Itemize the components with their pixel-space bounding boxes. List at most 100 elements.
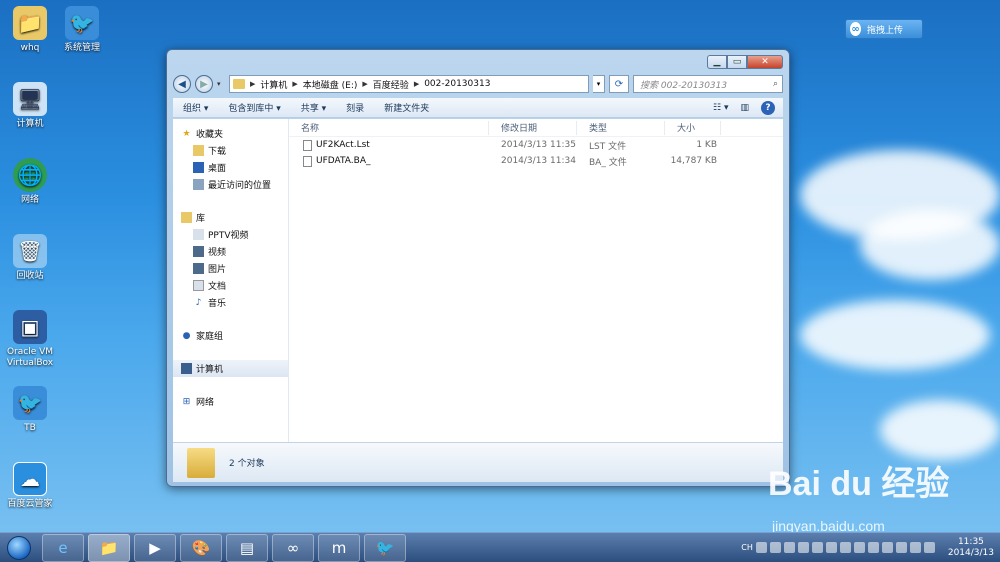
search-input[interactable]: 搜索 002-20130313 ⌕ <box>633 75 783 93</box>
maxthon-browser-icon[interactable]: m <box>318 533 360 562</box>
folder-icon <box>233 79 245 89</box>
nav-favorites[interactable]: ★ 收藏夹 <box>173 125 288 142</box>
new-folder-button[interactable]: 新建文件夹 <box>374 101 439 114</box>
tray-icon[interactable] <box>783 542 795 553</box>
video-library-icon <box>193 229 204 240</box>
nav-recent[interactable]: 最近访问的位置 <box>173 176 288 193</box>
download-folder-icon <box>193 145 204 156</box>
paint-icon[interactable]: 🎨 <box>180 533 222 562</box>
nav-music[interactable]: ♪ 音乐 <box>173 294 288 311</box>
signal-icon[interactable] <box>909 542 921 553</box>
file-icon <box>303 139 312 151</box>
desktop-icon-whq[interactable]: 📁 whq <box>0 6 60 54</box>
breadcrumb-computer[interactable]: 计算机 <box>260 78 287 91</box>
desktop-icon-computer[interactable]: 🖥 计算机 <box>0 82 60 130</box>
bird-shortcut-icon[interactable]: 🐦 <box>364 533 406 562</box>
star-icon: ★ <box>182 128 191 139</box>
file-list: 名称 修改日期 类型 大小 UF2KAct.Lst 2014/3/13 11:3… <box>289 119 783 442</box>
file-row[interactable]: UF2KAct.Lst 2014/3/13 11:35 LST 文件 1 KB <box>289 137 783 153</box>
breadcrumb-baidu-jingyan[interactable]: 百度经验 <box>373 78 409 91</box>
tray-icon[interactable] <box>755 542 767 553</box>
nav-downloads[interactable]: 下载 <box>173 142 288 159</box>
tray-icon[interactable] <box>797 542 809 553</box>
nav-libraries[interactable]: 库 <box>173 209 288 226</box>
address-bar[interactable]: ▶ 计算机 ▶ 本地磁盘 (E:) ▶ 百度经验 ▶ 002-20130313 <box>229 75 589 93</box>
recycle-bin-icon: 🗑 <box>13 234 47 268</box>
address-dropdown[interactable]: ▾ <box>593 75 605 93</box>
organize-menu[interactable]: 组织 ▾ <box>173 101 218 114</box>
command-bar: 组织 ▾ 包含到库中 ▾ 共享 ▾ 刻录 新建文件夹 ☷ ▾ ▥ ? <box>173 98 783 118</box>
nav-pictures[interactable]: 图片 <box>173 260 288 277</box>
nav-videos[interactable]: 视频 <box>173 243 288 260</box>
drag-upload-label: 拖拽上传 <box>867 25 904 36</box>
maximize-button[interactable]: ▭ <box>727 55 747 69</box>
baidu-cloud-icon[interactable]: ∞ <box>272 533 314 562</box>
pictures-library-icon <box>193 263 204 274</box>
desktop-icon-virtualbox[interactable]: ▣ Oracle VM VirtualBox <box>0 310 60 369</box>
column-name[interactable]: 名称 <box>289 120 489 135</box>
nav-documents[interactable]: 文档 <box>173 277 288 294</box>
nav-homegroup[interactable]: ● 家庭组 <box>173 327 288 344</box>
desktop-icon-network[interactable]: 🌐 网络 <box>0 158 60 206</box>
baidu-cloud-icon: ☁ <box>13 462 47 496</box>
internet-explorer-icon[interactable]: e <box>42 533 84 562</box>
drag-upload-button[interactable]: ∞ 拖拽上传 <box>845 19 923 39</box>
minimize-button[interactable]: ▁ <box>707 55 727 69</box>
refresh-button[interactable]: ⟳ <box>609 75 629 93</box>
homegroup-icon: ● <box>182 330 191 341</box>
file-explorer-icon[interactable]: 📁 <box>88 533 130 562</box>
clock[interactable]: 11:35 2014/3/13 <box>948 537 994 559</box>
nav-network[interactable]: ⊞ 网络 <box>173 393 288 410</box>
preview-pane-icon[interactable]: ▥ <box>740 103 749 113</box>
bird-shortcut-icon: 🐦 <box>65 6 99 40</box>
tray-icon[interactable] <box>769 542 781 553</box>
burn-button[interactable]: 刻录 <box>336 101 374 114</box>
share-menu[interactable]: 共享 ▾ <box>291 101 336 114</box>
tray-icon[interactable] <box>881 542 893 553</box>
column-size[interactable]: 大小 <box>665 120 721 135</box>
forward-button[interactable]: ▶ <box>195 75 213 93</box>
desktop-icon-system-admin[interactable]: 🐦 系统管理 <box>52 6 112 54</box>
library-icon <box>181 212 192 223</box>
device-manager-icon[interactable]: ▤ <box>226 533 268 562</box>
column-date[interactable]: 修改日期 <box>489 120 577 135</box>
file-row[interactable]: UFDATA.BA_ 2014/3/13 11:34 BA_ 文件 14,787… <box>289 153 783 169</box>
column-type[interactable]: 类型 <box>577 120 665 135</box>
help-icon[interactable]: ? <box>761 100 775 115</box>
volume-icon[interactable] <box>923 542 935 553</box>
system-tray: CH 11:35 2014/3/13 <box>741 537 1000 559</box>
network-globe-icon: 🌐 <box>13 158 47 192</box>
desktop-icon-baidu-cloud[interactable]: ☁ 百度云管家 <box>0 462 60 510</box>
nav-pptv[interactable]: PPTV视频 <box>173 226 288 243</box>
close-button[interactable]: ✕ <box>747 55 783 69</box>
computer-icon: 🖥 <box>13 82 47 116</box>
breadcrumb-drive-e[interactable]: 本地磁盘 (E:) <box>303 78 358 91</box>
tray-icon[interactable] <box>895 542 907 553</box>
media-player-icon[interactable]: ▶ <box>134 533 176 562</box>
tray-icon[interactable] <box>853 542 865 553</box>
folder-user-icon: 📁 <box>13 6 47 40</box>
tray-icon[interactable] <box>839 542 851 553</box>
back-button[interactable]: ◀ <box>173 75 191 93</box>
view-options-icon[interactable]: ☷ ▾ <box>713 103 728 113</box>
recent-pages-dropdown[interactable]: ▾ <box>217 80 225 88</box>
video-library-icon <box>193 246 204 257</box>
nav-desktop[interactable]: 桌面 <box>173 159 288 176</box>
network-icon: ⊞ <box>182 396 191 407</box>
column-header: 名称 修改日期 类型 大小 <box>289 119 783 137</box>
input-language[interactable]: CH <box>741 543 753 552</box>
baidu-jingyan-watermark: Bai du 经验 <box>768 465 950 503</box>
tray-icon[interactable] <box>825 542 837 553</box>
nav-computer[interactable]: 计算机 <box>173 360 288 377</box>
desktop-icon-recycle-bin[interactable]: 🗑 回收站 <box>0 234 60 282</box>
breadcrumb-current-folder[interactable]: 002-20130313 <box>424 79 490 89</box>
start-button[interactable] <box>0 533 38 562</box>
details-pane: 2 个对象 <box>173 442 783 482</box>
include-library-menu[interactable]: 包含到库中 ▾ <box>218 101 290 114</box>
file-icon <box>303 155 312 167</box>
window-controls: ▁ ▭ ✕ <box>707 55 783 69</box>
desktop-icon-tb[interactable]: 🐦 TB <box>0 386 60 434</box>
navigation-pane: ★ 收藏夹 下载 桌面 最近访问的位置 库 PPTV视频 视频 图片 文档 ♪ 音乐… <box>173 119 289 442</box>
tray-icon[interactable] <box>867 542 879 553</box>
tray-icon[interactable] <box>811 542 823 553</box>
